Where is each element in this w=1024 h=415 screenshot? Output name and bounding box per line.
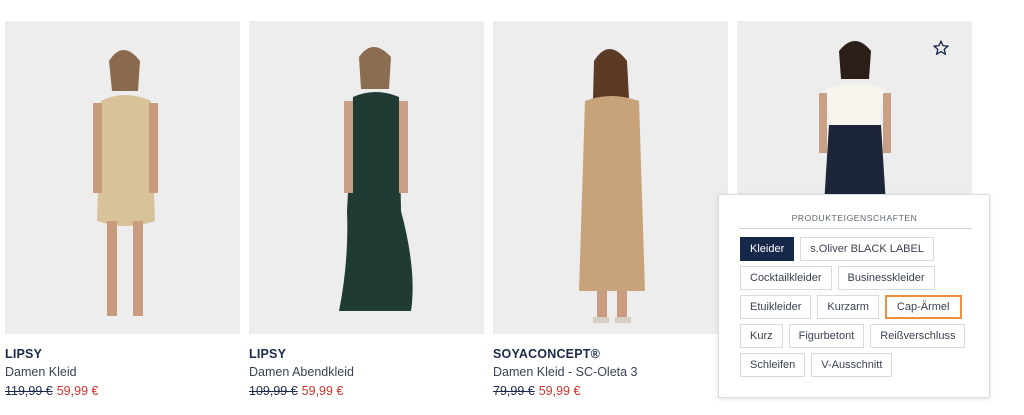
product-image[interactable] [5, 21, 240, 334]
product-card[interactable]: LIPSY Damen Abendkleid 109,99 €59,99 € [249, 21, 484, 399]
product-name[interactable]: Damen Kleid - SC-Oleta 3 [493, 364, 728, 380]
product-image[interactable] [493, 21, 728, 334]
product-name[interactable]: Damen Abendkleid [249, 364, 484, 380]
product-card[interactable]: LIPSY Damen Kleid 119,99 €59,99 € [5, 21, 240, 399]
product-properties-panel: PRODUKTEIGENSCHAFTEN Kleider s.Oliver BL… [718, 194, 990, 398]
product-name[interactable]: Damen Kleid [5, 364, 240, 380]
original-price: 109,99 € [249, 384, 298, 398]
product-brand: LIPSY [249, 347, 287, 361]
panel-divider [739, 228, 972, 229]
panel-title: PRODUKTEIGENSCHAFTEN [791, 213, 918, 223]
tag-etuikleider[interactable]: Etuikleider [740, 295, 812, 319]
tag-businesskleider[interactable]: Businesskleider [837, 266, 935, 290]
original-price: 79,99 € [493, 384, 535, 398]
tag-kurzarm[interactable]: Kurzarm [817, 295, 879, 319]
product-price: 79,99 €59,99 € [493, 383, 728, 399]
product-brand: LIPSY [5, 347, 43, 361]
tag-figurbetont[interactable]: Figurbetont [788, 324, 865, 348]
product-card[interactable]: SOYACONCEPT® Damen Kleid - SC-Oleta 3 79… [493, 21, 728, 399]
sale-price: 59,99 € [538, 384, 581, 398]
wishlist-star-icon[interactable] [932, 39, 950, 57]
product-brand: SOYACONCEPT® [493, 347, 601, 361]
tag-list: Kleider s.Oliver BLACK LABEL Cocktailkle… [740, 237, 980, 382]
tag-v-ausschnitt[interactable]: V-Ausschnitt [811, 353, 893, 377]
tag-soliver-black-label[interactable]: s.Oliver BLACK LABEL [800, 237, 934, 261]
product-price: 119,99 €59,99 € [5, 383, 240, 399]
tag-cocktailkleider[interactable]: Cocktailkleider [740, 266, 832, 290]
product-price: 109,99 €59,99 € [249, 383, 484, 399]
tag-kurz[interactable]: Kurz [740, 324, 783, 348]
tag-reissverschluss[interactable]: Reißverschluss [870, 324, 966, 348]
product-image[interactable] [249, 21, 484, 334]
tag-schleifen[interactable]: Schleifen [740, 353, 806, 377]
tag-cap-aermel[interactable]: Cap-Ärmel [884, 295, 962, 319]
sale-price: 59,99 € [56, 384, 99, 398]
original-price: 119,99 € [5, 384, 53, 398]
tag-kleider[interactable]: Kleider [740, 237, 795, 261]
sale-price: 59,99 € [301, 384, 344, 398]
